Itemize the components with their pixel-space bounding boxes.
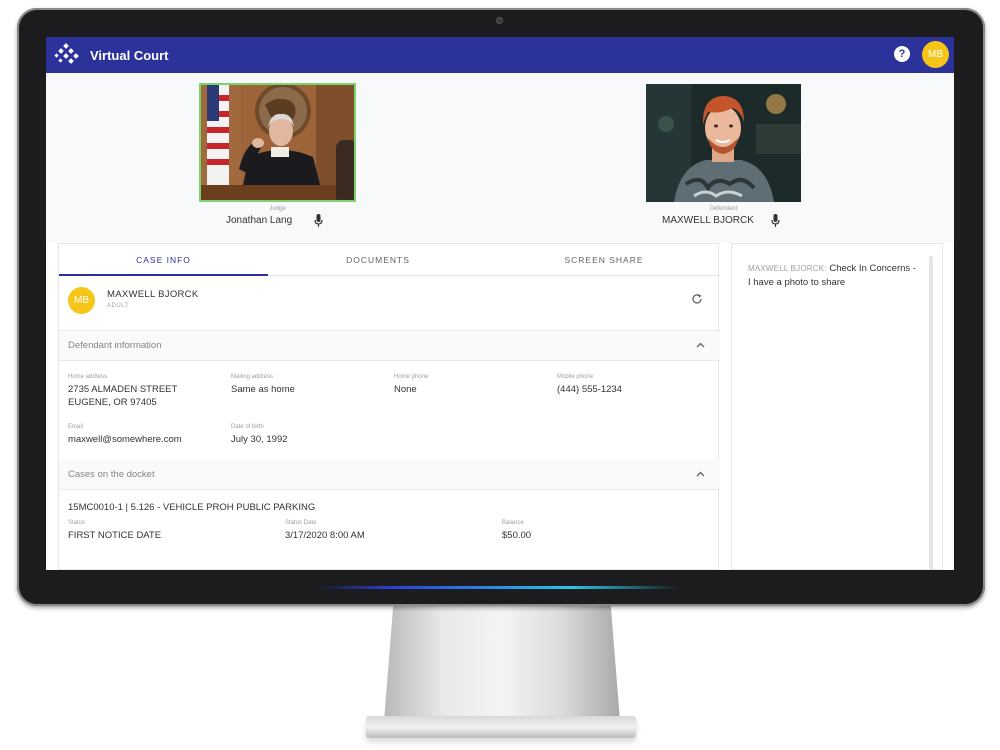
home-address-line2: EUGENE, OR 97405 [68,397,157,408]
logo-icon [54,43,79,64]
dob-label: Date of birth [231,424,264,430]
chat-sender: MAXWELL BJORCK: [748,264,827,273]
home-phone-value: None [394,384,417,395]
video-area: Judge Jonathan Lang Defendant MAXWELL BJ… [46,73,954,242]
email-field: Email maxwell@somewhere.com [68,424,182,446]
person-name: MAXWELL BJORCK [107,289,199,300]
case-panel: CASE INFO DOCUMENTS SCREEN SHARE MB MAXW… [58,243,720,570]
app-title: Virtual Court [90,47,169,63]
case-status-date-field: Status Date 3/17/2020 8:00 AM [285,520,365,542]
case-status-date-value: 3/17/2020 8:00 AM [285,530,365,541]
case-balance-label: Balance [502,520,524,526]
chat-message: MAXWELL BJORCK: Check In Concerns - I ha… [748,262,918,290]
home-phone-field: Home phone None [394,374,428,396]
defendant-name: MAXWELL BJORCK [662,215,754,226]
person-tag: ADULT [107,303,129,309]
defendant-video-frame [646,84,801,202]
monitor-light-strip [319,586,679,589]
case-status-date-label: Status Date [285,520,317,526]
mobile-phone-label: Mobile phone [557,374,594,380]
judge-video [199,83,356,202]
tab-screen-share[interactable]: SCREEN SHARE [499,244,709,276]
tab-documents[interactable]: DOCUMENTS [273,244,483,276]
mailing-address-label: Mailing address [231,374,274,380]
help-icon[interactable]: ? [894,46,910,62]
chat-panel: MAXWELL BJORCK: Check In Concerns - I ha… [731,243,943,570]
person-header: MB MAXWELL BJORCK ADULT [59,276,720,331]
app-screen: Virtual Court ? MB Judge Jonathan Lang D… [46,37,954,570]
chevron-up-icon[interactable] [696,342,705,348]
docket-header[interactable]: Cases on the docket [59,460,720,490]
mailing-address-field: Mailing address Same as home [231,374,295,396]
webcam-icon [496,17,503,24]
email-label: Email [68,424,84,430]
docket-title: Cases on the docket [68,469,155,480]
case-title[interactable]: 15MC0010-1 | 5.126 - VEHICLE PROH PUBLIC… [68,502,315,513]
defendant-role-label: Defendant [709,206,738,212]
chevron-up-icon[interactable] [696,471,705,477]
mobile-phone-value: (444) 555-1234 [557,384,622,395]
home-address-field: Home address 2735 ALMADEN STREET EUGENE,… [68,374,177,409]
defendant-info-header[interactable]: Defendant information [59,331,720,361]
judge-role-label: Judge [269,206,286,212]
defendant-mic-icon[interactable] [771,214,780,227]
tab-case-info[interactable]: CASE INFO [59,244,268,276]
monitor-stand-neck [384,603,620,721]
judge-name: Jonathan Lang [226,215,293,226]
dob-value: July 30, 1992 [231,434,288,445]
app-bar: Virtual Court ? MB [46,37,954,73]
dob-field: Date of birth July 30, 1992 [231,424,288,446]
user-avatar[interactable]: MB [922,41,949,68]
defendant-info-title: Defendant information [68,340,162,351]
home-address-line1: 2735 ALMADEN STREET [68,384,178,395]
monitor-stand-base [366,716,636,738]
refresh-icon[interactable] [691,293,703,305]
mailing-address-value: Same as home [231,384,295,395]
mobile-phone-field: Mobile phone (444) 555-1234 [557,374,622,396]
defendant-video-tile[interactable]: Defendant MAXWELL BJORCK [646,84,801,234]
case-balance-field: Balance $50.00 [502,520,531,542]
home-address-label: Home address [68,374,108,380]
case-status-label: Status [68,520,86,526]
case-status-field: Status FIRST NOTICE DATE [68,520,161,542]
judge-video-frame [201,85,354,200]
judge-mic-icon[interactable] [314,214,323,227]
chat-scrollbar[interactable] [929,256,933,570]
email-value: maxwell@somewhere.com [68,434,182,445]
case-status-value: FIRST NOTICE DATE [68,530,162,541]
defendant-avatar: MB [68,287,95,314]
tab-bar: CASE INFO DOCUMENTS SCREEN SHARE [59,244,720,276]
home-phone-label: Home phone [394,374,429,380]
judge-video-tile[interactable]: Judge Jonathan Lang [199,83,356,233]
defendant-video [646,84,801,202]
case-balance-value: $50.00 [502,530,532,541]
